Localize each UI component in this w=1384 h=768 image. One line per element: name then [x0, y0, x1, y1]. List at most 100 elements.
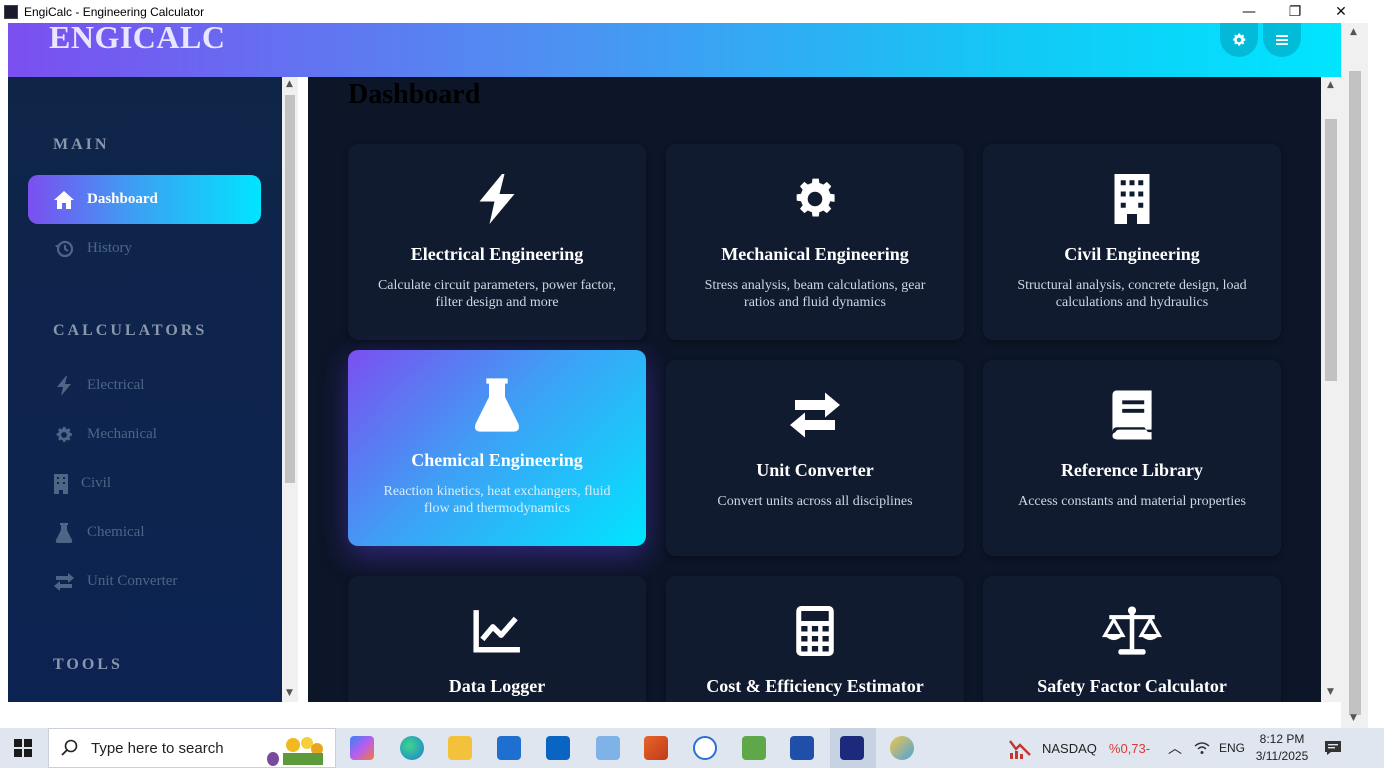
sidebar-item-label: Dashboard	[87, 191, 158, 207]
scroll-up-arrow-icon[interactable]: ▲	[1327, 80, 1334, 90]
calculator-icon	[666, 604, 964, 658]
card-title: Chemical Engineering	[411, 450, 583, 470]
app-icon	[4, 4, 18, 19]
edge-browser-icon[interactable]	[400, 736, 424, 760]
clock[interactable]: 8:12 PM 3/11/2025	[1254, 731, 1310, 765]
file-explorer-icon[interactable]	[448, 736, 472, 760]
sidebar-item-dashboard[interactable]: Dashboard	[28, 175, 261, 224]
sidebar-item-label: Electrical	[87, 377, 145, 393]
chevron-up-icon[interactable]: ︿	[1168, 728, 1182, 768]
sidebar-item-electrical[interactable]: Electrical	[28, 361, 261, 410]
microsoft-store-icon[interactable]	[497, 736, 521, 760]
menu-icon	[1276, 35, 1288, 45]
flask-icon	[53, 522, 75, 544]
restore-button[interactable]: ❐	[1272, 0, 1318, 23]
sidebar-item-unit-converter[interactable]: Unit Converter	[28, 557, 261, 606]
main-scrollbar[interactable]: ▲ ▼	[1321, 77, 1341, 702]
page-title: Dashboard	[348, 79, 481, 110]
window-scrollbar[interactable]: ▲ ▼	[1341, 23, 1368, 728]
taskbar-search-input[interactable]: Type here to search	[48, 728, 336, 768]
card-title: Unit Converter	[756, 460, 874, 480]
building-icon	[53, 473, 69, 495]
stock-chart-icon	[1008, 737, 1034, 759]
card-description: Calculate circuit parameters, power fact…	[377, 278, 617, 310]
sidebar-item-label: Civil	[81, 475, 112, 491]
app-root: ENGICALC MAIN Dashboard History CALCULAT…	[8, 23, 1341, 702]
stock-change: %0,73-	[1108, 740, 1151, 756]
sidebar-scroll-thumb[interactable]	[285, 95, 295, 483]
minimize-button[interactable]: —	[1226, 0, 1272, 23]
gear-icon	[666, 172, 964, 226]
sidebar-item-history[interactable]: History	[28, 224, 261, 273]
history-icon	[53, 238, 75, 260]
outlook-icon[interactable]	[546, 736, 570, 760]
card-title: Electrical Engineering	[410, 244, 584, 264]
notepad-chart-icon[interactable]	[742, 736, 766, 760]
app-a-icon[interactable]	[693, 736, 717, 760]
theme-toggle-button[interactable]	[1220, 23, 1258, 57]
sidebar-section-main: MAIN	[53, 136, 110, 153]
card-description: Structural analysis, concrete design, lo…	[1017, 278, 1247, 310]
copilot-icon[interactable]	[350, 736, 374, 760]
notification-icon[interactable]	[1324, 728, 1342, 768]
card-mechanical-engineering[interactable]: Mechanical Engineering Stress analysis, …	[666, 144, 964, 340]
card-safety-factor-calculator[interactable]: Safety Factor Calculator	[983, 576, 1281, 702]
network-app-icon[interactable]	[596, 736, 620, 760]
scroll-down-arrow-icon[interactable]: ▼	[1350, 713, 1357, 723]
bolt-icon	[53, 375, 75, 397]
sidebar-item-label: Unit Converter	[87, 573, 178, 589]
engicalc-taskbar-icon[interactable]	[840, 736, 864, 760]
main-content: Dashboard Electrical Engineering Calcula…	[308, 77, 1321, 702]
search-icon	[61, 739, 79, 757]
language-indicator[interactable]: ENG	[1219, 728, 1245, 768]
menu-button[interactable]	[1263, 23, 1301, 57]
sidebar: MAIN Dashboard History CALCULATORS Elect…	[8, 77, 282, 702]
card-reference-library[interactable]: Reference Library Access constants and m…	[983, 360, 1281, 556]
matlab-icon[interactable]	[644, 736, 668, 760]
scroll-up-arrow-icon[interactable]: ▲	[1350, 27, 1357, 37]
scroll-down-arrow-icon[interactable]: ▼	[1327, 687, 1334, 697]
card-data-logger[interactable]: Data Logger	[348, 576, 646, 702]
exchange-icon	[53, 571, 75, 593]
card-title: Reference Library	[1060, 460, 1204, 480]
card-chemical-engineering[interactable]: Chemical Engineering Reaction kinetics, …	[348, 350, 646, 546]
scroll-up-arrow-icon[interactable]: ▲	[286, 79, 293, 89]
stock-name: NASDAQ	[1042, 740, 1097, 756]
card-title: Civil Engineering	[1064, 244, 1200, 264]
card-description: Reaction kinetics, heat exchangers, flui…	[383, 484, 611, 516]
book-icon	[983, 388, 1281, 442]
powershell-icon[interactable]	[790, 736, 814, 760]
card-title: Mechanical Engineering	[721, 244, 909, 264]
paint-icon[interactable]	[890, 736, 914, 760]
card-civil-engineering[interactable]: Civil Engineering Structural analysis, c…	[983, 144, 1281, 340]
sidebar-item-civil[interactable]: Civil	[28, 459, 261, 508]
home-icon	[53, 189, 75, 211]
window-title: EngiCalc - Engineering Calculator	[24, 4, 205, 19]
app-logo[interactable]: ENGICALC	[49, 23, 225, 56]
card-description: Access constants and material properties	[1018, 494, 1246, 509]
sidebar-item-label: Chemical	[87, 524, 145, 540]
sidebar-item-mechanical[interactable]: Mechanical	[28, 410, 261, 459]
clock-date: 3/11/2025	[1255, 749, 1309, 763]
sidebar-section-tools: TOOLS	[53, 656, 123, 673]
card-unit-converter[interactable]: Unit Converter Convert units across all …	[666, 360, 964, 556]
sidebar-item-label: Mechanical	[87, 426, 157, 442]
chart-line-icon	[348, 604, 646, 658]
main-scroll-thumb[interactable]	[1325, 119, 1337, 381]
scroll-down-arrow-icon[interactable]: ▼	[286, 688, 293, 698]
building-icon	[983, 172, 1281, 226]
card-cost-efficiency-estimator[interactable]: Cost & Efficiency Estimator	[666, 576, 964, 702]
wifi-icon[interactable]	[1194, 728, 1210, 768]
stock-widget[interactable]: NASDAQ %0,73-	[1008, 728, 1150, 768]
window-titlebar: EngiCalc - Engineering Calculator	[0, 0, 1384, 23]
window-scroll-thumb[interactable]	[1349, 71, 1361, 715]
windows-start-icon[interactable]	[14, 739, 32, 762]
app-header: ENGICALC	[8, 23, 1341, 77]
sidebar-item-chemical[interactable]: Chemical	[28, 508, 261, 557]
sidebar-scrollbar[interactable]: ▲ ▼	[282, 77, 298, 702]
exchange-icon	[666, 388, 964, 442]
balance-scale-icon	[983, 604, 1281, 658]
card-electrical-engineering[interactable]: Electrical Engineering Calculate circuit…	[348, 144, 646, 340]
flask-icon	[348, 378, 646, 432]
close-button[interactable]: ✕	[1318, 0, 1364, 23]
